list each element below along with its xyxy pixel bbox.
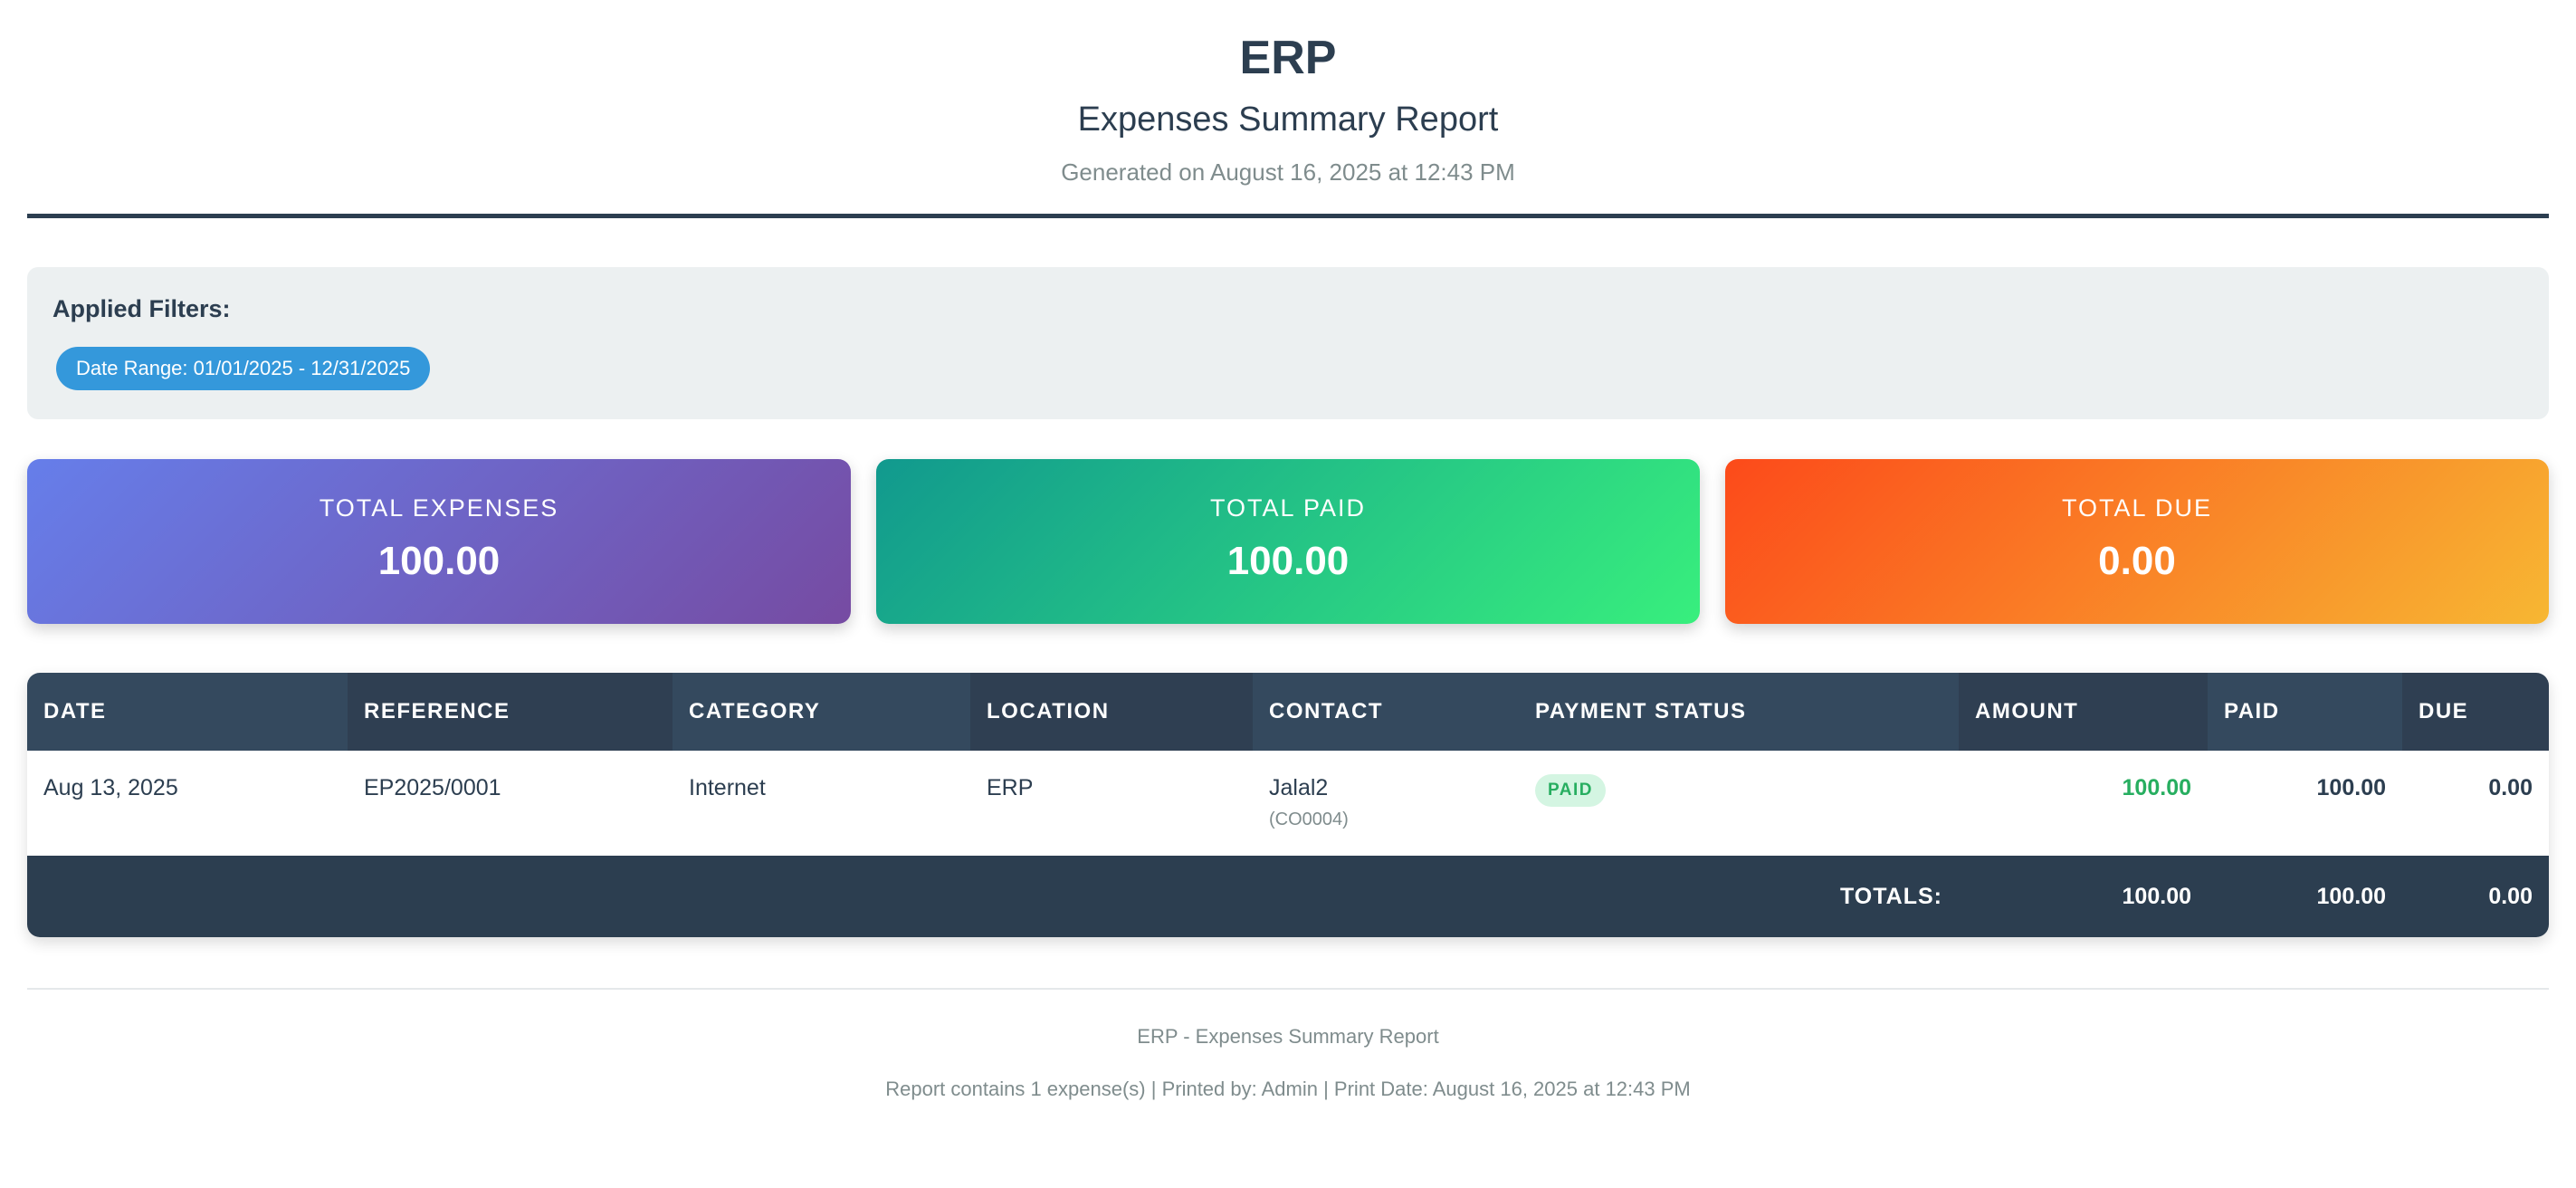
report-page: ERP Expenses Summary Report Generated on… [0, 0, 2576, 1188]
cell-date: Aug 13, 2025 [27, 751, 348, 856]
footer-divider [27, 988, 2549, 990]
col-header-paid[interactable]: PAID [2208, 673, 2402, 751]
cell-contact: Jalal2 (CO0004) [1253, 751, 1519, 856]
cell-paid: 100.00 [2208, 751, 2402, 856]
filter-chip-date-range: Date Range: 01/01/2025 - 12/31/2025 [56, 347, 431, 390]
total-paid: 100.00 [2208, 856, 2402, 937]
table-row: Aug 13, 2025 EP2025/0001 Internet ERP Ja… [27, 751, 2549, 856]
totals-row: TOTALS: 100.00 100.00 0.00 [27, 856, 2549, 937]
col-header-contact[interactable]: CONTACT [1253, 673, 1519, 751]
col-header-reference[interactable]: REFERENCE [348, 673, 673, 751]
col-header-category[interactable]: CATEGORY [673, 673, 970, 751]
generated-timestamp: Generated on August 16, 2025 at 12:43 PM [1061, 158, 1515, 186]
card-total-due: TOTAL DUE 0.00 [1725, 459, 2549, 624]
filters-label: Applied Filters: [52, 295, 231, 322]
card-value: 100.00 [1226, 539, 1350, 583]
cell-payment-status: PAID [1519, 751, 1959, 856]
card-value: 100.00 [377, 539, 501, 583]
report-footer: ERP - Expenses Summary Report Report con… [27, 1024, 2549, 1102]
card-total-paid: TOTAL PAID 100.00 [876, 459, 1700, 624]
footer-details: Report contains 1 expense(s) | Printed b… [885, 1078, 1691, 1100]
company-title: ERP [1239, 32, 1337, 84]
table-header-row: DATE REFERENCE CATEGORY LOCATION CONTACT… [27, 673, 2549, 751]
cell-category: Internet [673, 751, 970, 856]
card-total-expenses: TOTAL EXPENSES 100.00 [27, 459, 851, 624]
card-label: TOTAL EXPENSES [319, 494, 559, 522]
expenses-table: DATE REFERENCE CATEGORY LOCATION CONTACT… [27, 673, 2549, 937]
summary-cards: TOTAL EXPENSES 100.00 TOTAL PAID 100.00 … [27, 459, 2549, 624]
total-due: 0.00 [2402, 856, 2549, 937]
cell-amount: 100.00 [1959, 751, 2208, 856]
col-header-due[interactable]: DUE [2402, 673, 2549, 751]
cell-reference: EP2025/0001 [348, 751, 673, 856]
col-header-amount[interactable]: AMOUNT [1959, 673, 2208, 751]
contact-code: (CO0004) [1269, 810, 1349, 829]
col-header-location[interactable]: LOCATION [970, 673, 1253, 751]
cell-due: 0.00 [2402, 751, 2549, 856]
expenses-table-container: DATE REFERENCE CATEGORY LOCATION CONTACT… [27, 673, 2549, 937]
report-header: ERP Expenses Summary Report Generated on… [27, 0, 2549, 187]
card-value: 0.00 [2098, 539, 2176, 583]
header-divider [27, 214, 2549, 218]
col-header-payment-status[interactable]: PAYMENT STATUS [1519, 673, 1959, 751]
applied-filters-panel: Applied Filters: Date Range: 01/01/2025 … [27, 267, 2549, 419]
report-subtitle: Expenses Summary Report [1077, 101, 1499, 139]
card-label: TOTAL PAID [1209, 494, 1367, 522]
total-amount: 100.00 [1959, 856, 2208, 937]
footer-title: ERP - Expenses Summary Report [1137, 1025, 1439, 1048]
cell-location: ERP [970, 751, 1253, 856]
contact-name: Jalal2 [1269, 775, 1329, 800]
totals-label: TOTALS: [27, 856, 1959, 937]
status-badge: PAID [1535, 774, 1606, 807]
col-header-date[interactable]: DATE [27, 673, 348, 751]
card-label: TOTAL DUE [2061, 494, 2213, 522]
